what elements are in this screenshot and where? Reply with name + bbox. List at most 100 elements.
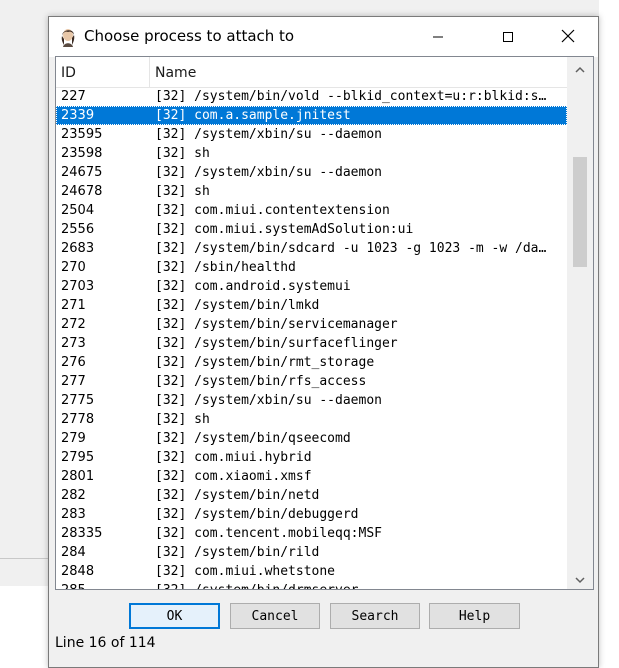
table-row[interactable]: 2703 [32] com.android.systemui — [56, 277, 567, 296]
process-name-cell: [32] /system/bin/lmkd — [155, 298, 320, 313]
table-row[interactable]: 2683 [32] /system/bin/sdcard -u 1023 -g 1… — [56, 239, 567, 258]
process-id-cell: 24675 — [61, 165, 103, 180]
process-name-cell: [32] com.a.sample.jnitest — [155, 108, 351, 123]
process-name-cell: [32] /system/bin/rmt_storage — [155, 355, 375, 370]
maximize-button[interactable] — [485, 17, 531, 57]
process-name-cell: [32] /system/xbin/su --daemon — [155, 127, 382, 142]
process-name-cell: [32] sh — [155, 184, 210, 199]
process-id-cell: 227 — [61, 89, 86, 104]
background-right-edge — [599, 0, 619, 668]
help-button[interactable]: Help — [429, 603, 520, 629]
column-header-id[interactable]: ID — [61, 57, 150, 87]
process-rows: 227 [32] /system/bin/vold --blkid_context… — [56, 87, 567, 589]
process-id-cell: 2556 — [61, 222, 95, 237]
process-id-cell: 2775 — [61, 393, 95, 408]
process-id-cell: 283 — [61, 507, 86, 522]
table-row[interactable]: 2795 [32] com.miui.hybrid — [56, 448, 567, 467]
process-id-cell: 271 — [61, 298, 86, 313]
process-name-cell: [32] /system/bin/drmserver — [155, 581, 561, 589]
process-name-cell: [32] /system/bin/sdcard -u 1023 -g 1023 … — [155, 241, 547, 256]
table-row[interactable]: 2848 [32] com.miui.whetstone — [56, 562, 567, 581]
background-content-area — [0, 586, 49, 668]
column-header-name[interactable]: Name — [155, 57, 565, 87]
process-name-cell: [32] sh — [155, 146, 210, 161]
process-name-cell: [32] /system/bin/servicemanager — [155, 317, 398, 332]
table-row[interactable]: 271 [32] /system/bin/lmkd — [56, 296, 567, 315]
table-row[interactable]: 24678 [32] sh — [56, 182, 567, 201]
minimize-button[interactable] — [415, 17, 461, 57]
table-row[interactable]: 2504 [32] com.miui.contentextension — [56, 201, 567, 220]
table-row[interactable]: 277 [32] /system/bin/rfs_access — [56, 372, 567, 391]
process-id-cell: 2703 — [61, 279, 95, 294]
table-row[interactable]: 276 [32] /system/bin/rmt_storage — [56, 353, 567, 372]
process-name-cell: [32] /system/bin/rild — [155, 545, 320, 560]
status-line: Line 16 of 114 — [55, 635, 156, 651]
process-id-cell: 276 — [61, 355, 86, 370]
process-name-cell: [32] /system/xbin/su --daemon — [155, 165, 382, 180]
process-name-cell: [32] com.miui.systemAdSolution:ui — [155, 222, 414, 237]
table-row[interactable]: 24675 [32] /system/xbin/su --daemon — [56, 163, 567, 182]
avatar-icon — [58, 27, 78, 47]
process-id-cell: 23598 — [61, 146, 103, 161]
ok-button[interactable]: OK — [129, 603, 220, 629]
table-row[interactable]: 23595 [32] /system/xbin/su --daemon — [56, 125, 567, 144]
background-app-panel — [0, 0, 49, 668]
table-row[interactable]: 283 [32] /system/bin/debuggerd — [56, 505, 567, 524]
process-name-cell: [32] /system/bin/netd — [155, 488, 320, 503]
search-button[interactable]: Search — [330, 603, 420, 629]
table-row[interactable]: 282 [32] /system/bin/netd — [56, 486, 567, 505]
process-id-cell: 2339 — [61, 108, 95, 123]
table-row[interactable]: 2339 [32] com.a.sample.jnitest — [56, 106, 567, 125]
dialog-title: Choose process to attach to — [84, 27, 295, 45]
chevron-down-icon — [575, 569, 585, 588]
process-id-cell: 2801 — [61, 469, 95, 484]
process-name-cell: [32] /system/xbin/su --daemon — [155, 393, 382, 408]
process-name-cell: [32] /system/bin/debuggerd — [155, 507, 359, 522]
process-list[interactable]: ID Name 227 [32] /system/bin/vold --blkid… — [55, 56, 594, 590]
background-divider — [0, 558, 49, 559]
process-name-cell: [32] /system/bin/vold --blkid_context=u:… — [155, 89, 547, 104]
table-row[interactable]: 23598 [32] sh — [56, 144, 567, 163]
list-header: ID Name — [56, 57, 567, 88]
table-row[interactable]: 2801 [32] com.xiaomi.xmsf — [56, 467, 567, 486]
process-id-cell: 23595 — [61, 127, 103, 142]
process-name-cell: [32] /system/bin/surfaceflinger — [155, 336, 398, 351]
table-row[interactable]: 227 [32] /system/bin/vold --blkid_context… — [56, 87, 567, 106]
process-id-cell: 2778 — [61, 412, 95, 427]
process-id-cell: 24678 — [61, 184, 103, 199]
table-row[interactable]: 2556 [32] com.miui.systemAdSolution:ui — [56, 220, 567, 239]
process-name-cell: [32] com.android.systemui — [155, 279, 351, 294]
cancel-button[interactable]: Cancel — [230, 603, 320, 629]
table-row[interactable]: 284 [32] /system/bin/rild — [56, 543, 567, 562]
table-row[interactable]: 273 [32] /system/bin/surfaceflinger — [56, 334, 567, 353]
scroll-up-button[interactable] — [567, 57, 593, 79]
close-button[interactable] — [545, 17, 591, 57]
maximize-icon — [502, 28, 514, 47]
table-row[interactable]: 28335 [32] com.tencent.mobileqq:MSF — [56, 524, 567, 543]
minimize-icon — [432, 28, 444, 47]
vertical-scrollbar[interactable] — [567, 57, 593, 589]
process-id-cell: 2504 — [61, 203, 95, 218]
process-id-cell: 285 — [61, 581, 151, 589]
process-id-cell: 2848 — [61, 564, 95, 579]
process-name-cell: [32] com.tencent.mobileqq:MSF — [155, 526, 382, 541]
table-row[interactable]: 285 [32] /system/bin/drmserver — [56, 581, 567, 589]
table-row[interactable]: 270 [32] /sbin/healthd — [56, 258, 567, 277]
process-name-cell: [32] com.miui.whetstone — [155, 564, 336, 579]
attach-process-dialog: Choose process to attach to ID Name 227 [… — [48, 16, 599, 668]
table-row[interactable]: 279 [32] /system/bin/qseecomd — [56, 429, 567, 448]
scrollbar-thumb[interactable] — [573, 157, 587, 267]
process-name-cell: [32] sh — [155, 412, 210, 427]
process-name-cell: [32] /system/bin/qseecomd — [155, 431, 351, 446]
table-row[interactable]: 272 [32] /system/bin/servicemanager — [56, 315, 567, 334]
table-row[interactable]: 2775 [32] /system/xbin/su --daemon — [56, 391, 567, 410]
process-id-cell: 2683 — [61, 241, 95, 256]
table-row[interactable]: 2778 [32] sh — [56, 410, 567, 429]
process-id-cell: 273 — [61, 336, 86, 351]
process-id-cell: 28335 — [61, 526, 103, 541]
title-bar: Choose process to attach to — [49, 17, 598, 57]
process-name-cell: [32] com.xiaomi.xmsf — [155, 469, 312, 484]
process-name-cell: [32] com.miui.contentextension — [155, 203, 390, 218]
scroll-down-button[interactable] — [567, 567, 593, 589]
close-icon — [561, 28, 575, 47]
